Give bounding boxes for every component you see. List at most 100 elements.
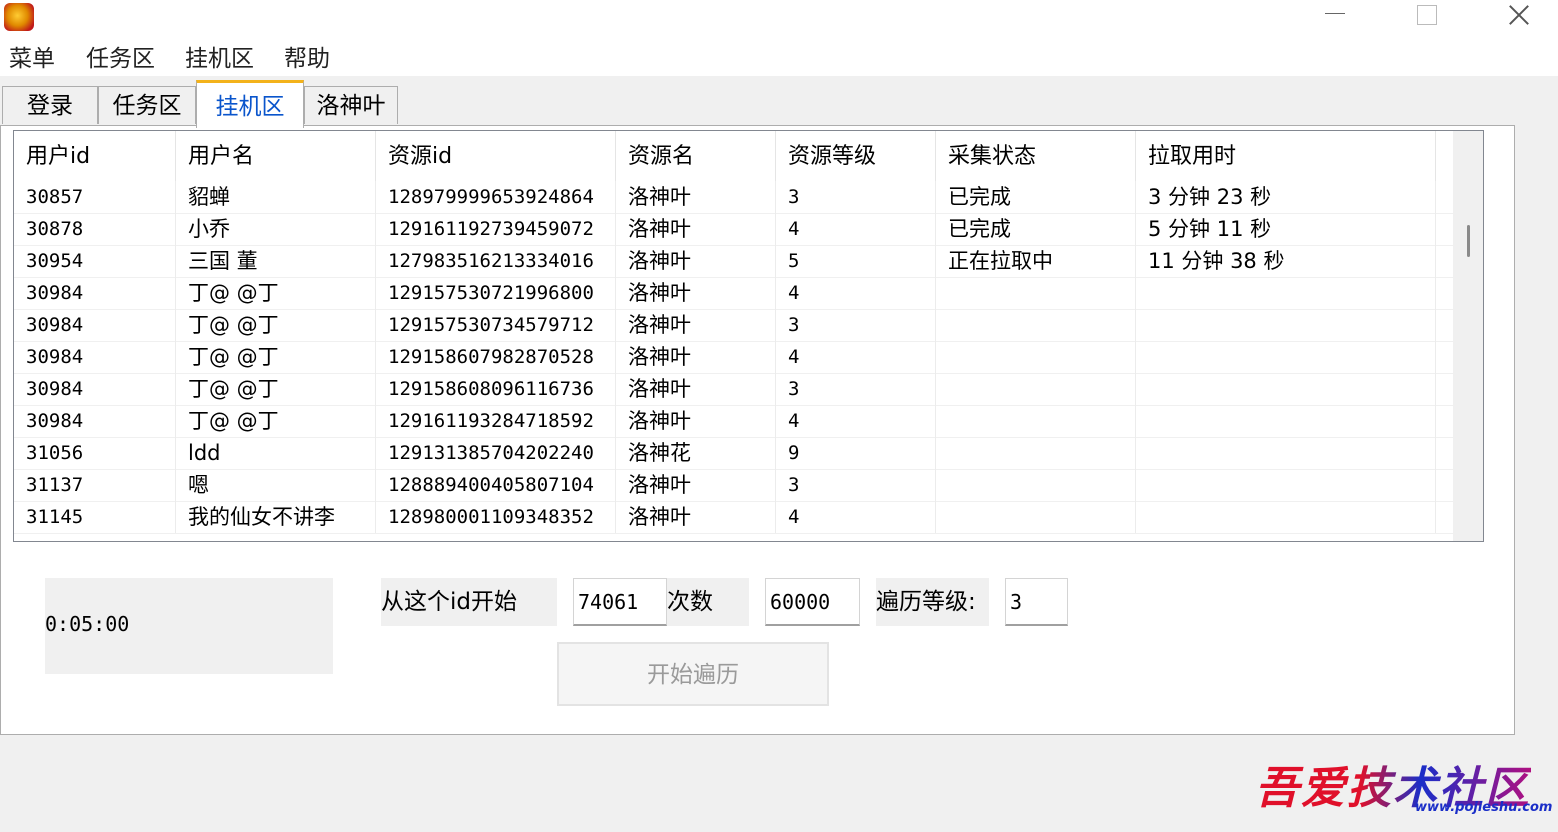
close-icon[interactable]	[1496, 0, 1542, 34]
cell-resource-name: 洛神叶	[616, 245, 776, 277]
cell-pull-time: 11 分钟 38 秒	[1136, 245, 1436, 277]
tab-login[interactable]: 登录	[2, 86, 98, 124]
column-header-username[interactable]: 用户名	[176, 131, 376, 181]
cell-username: 丁@ @丁	[176, 341, 376, 373]
cell-collect-status: 已完成	[936, 213, 1136, 245]
cell-collect-status: 已完成	[936, 181, 1136, 213]
maximize-icon[interactable]	[1403, 0, 1449, 34]
column-header-resource-level[interactable]: 资源等级	[776, 131, 936, 181]
cell-resource-level: 5	[776, 245, 936, 277]
cell-pull-time	[1136, 373, 1436, 405]
table-row[interactable]: 30984 丁@ @丁 129158607982870528 洛神叶 4	[14, 341, 1454, 374]
cell-resource-name: 洛神叶	[616, 341, 776, 373]
cell-resource-id: 128980001109348352	[376, 501, 616, 533]
start-traverse-button[interactable]: 开始遍历	[557, 642, 829, 706]
table-header: 用户id 用户名 资源id 资源名 资源等级 采集状态 拉取用时	[14, 131, 1454, 181]
table-row[interactable]: 30984 丁@ @丁 129161193284718592 洛神叶 4	[14, 405, 1454, 438]
cell-pull-time	[1136, 469, 1436, 501]
cell-user-id: 30984	[14, 309, 176, 341]
cell-resource-level: 4	[776, 341, 936, 373]
menu-item-help[interactable]: 帮助	[284, 44, 330, 74]
cell-resource-name: 洛神花	[616, 437, 776, 469]
tab-task-area[interactable]: 任务区	[98, 86, 196, 124]
cell-resource-level: 3	[776, 309, 936, 341]
watermark-url: www.pojieshu.com	[1415, 800, 1553, 815]
column-header-resource-name[interactable]: 资源名	[616, 131, 776, 181]
column-header-user-id[interactable]: 用户id	[14, 131, 176, 181]
cell-resource-name: 洛神叶	[616, 373, 776, 405]
level-input[interactable]	[1005, 578, 1068, 626]
table-row[interactable]: 30954 三国 董 127983516213334016 洛神叶 5 正在拉取中 11 …	[14, 245, 1454, 278]
cell-username: 丁@ @丁	[176, 405, 376, 437]
cell-resource-id: 129157530721996800	[376, 277, 616, 309]
cell-collect-status	[936, 373, 1136, 405]
resource-table[interactable]: 用户id 用户名 资源id 资源名 资源等级 采集状态 拉取用时 30857 貂蝉…	[13, 130, 1484, 542]
level-label: 遍历等级:	[876, 578, 989, 626]
cell-user-id: 31137	[14, 469, 176, 501]
column-header-collect-status[interactable]: 采集状态	[936, 131, 1136, 181]
tab-strip: 登录 任务区 挂机区 洛神叶	[0, 80, 1558, 128]
tab-panel-idle-area: 用户id 用户名 资源id 资源名 资源等级 采集状态 拉取用时 30857 貂蝉…	[0, 125, 1515, 735]
cell-pull-time	[1136, 405, 1436, 437]
start-id-input[interactable]	[573, 578, 667, 626]
tab-idle-area[interactable]: 挂机区	[196, 80, 304, 128]
column-header-resource-id[interactable]: 资源id	[376, 131, 616, 181]
cell-resource-level: 4	[776, 213, 936, 245]
count-label: 次数	[667, 578, 749, 626]
cell-user-id: 31145	[14, 501, 176, 533]
timer-panel: 0:05:00	[45, 578, 333, 674]
cell-user-id: 31056	[14, 437, 176, 469]
cell-resource-name: 洛神叶	[616, 501, 776, 533]
tab-luoshenye[interactable]: 洛神叶	[304, 86, 398, 124]
title-bar	[0, 0, 1558, 40]
table-row[interactable]: 30984 丁@ @丁 129157530721996800 洛神叶 4	[14, 277, 1454, 310]
cell-resource-level: 4	[776, 405, 936, 437]
cell-pull-time	[1136, 277, 1436, 309]
vertical-scrollbar[interactable]	[1453, 131, 1483, 541]
table-row[interactable]: 30984 丁@ @丁 129157530734579712 洛神叶 3	[14, 309, 1454, 342]
cell-username: 丁@ @丁	[176, 277, 376, 309]
column-header-pull-time[interactable]: 拉取用时	[1136, 131, 1436, 181]
cell-collect-status	[936, 277, 1136, 309]
cell-username: ldd	[176, 437, 376, 469]
cell-username: 我的仙女不讲李	[176, 501, 376, 533]
cell-resource-level: 4	[776, 277, 936, 309]
table-row[interactable]: 30878 小乔 129161192739459072 洛神叶 4 已完成 5 分钟 11…	[14, 213, 1454, 246]
cell-username: 丁@ @丁	[176, 373, 376, 405]
cell-user-id: 30984	[14, 405, 176, 437]
cell-resource-id: 129157530734579712	[376, 309, 616, 341]
cell-resource-name: 洛神叶	[616, 181, 776, 213]
cell-username: 嗯	[176, 469, 376, 501]
cell-pull-time	[1136, 437, 1436, 469]
cell-collect-status	[936, 309, 1136, 341]
cell-resource-id: 128979999653924864	[376, 181, 616, 213]
count-input[interactable]	[765, 578, 860, 626]
cell-user-id: 30984	[14, 341, 176, 373]
cell-resource-id: 129158607982870528	[376, 341, 616, 373]
cell-user-id: 30857	[14, 181, 176, 213]
table-row[interactable]: 30984 丁@ @丁 129158608096116736 洛神叶 3	[14, 373, 1454, 406]
cell-resource-level: 3	[776, 373, 936, 405]
table-row[interactable]: 31056 ldd 129131385704202240 洛神花 9	[14, 437, 1454, 470]
menu-item-task-area[interactable]: 任务区	[86, 44, 155, 74]
minimize-icon[interactable]	[1306, 0, 1352, 34]
table-row[interactable]: 30857 貂蝉 128979999653924864 洛神叶 3 已完成 3 分钟 23…	[14, 181, 1454, 214]
cell-resource-id: 128889400405807104	[376, 469, 616, 501]
cell-collect-status	[936, 501, 1136, 533]
cell-pull-time	[1136, 341, 1436, 373]
cell-resource-id: 129131385704202240	[376, 437, 616, 469]
cell-collect-status	[936, 405, 1136, 437]
cell-resource-name: 洛神叶	[616, 405, 776, 437]
cell-resource-id: 129158608096116736	[376, 373, 616, 405]
scrollbar-thumb[interactable]	[1467, 225, 1470, 257]
menu-item-menu[interactable]: 菜单	[9, 44, 55, 74]
cell-resource-name: 洛神叶	[616, 213, 776, 245]
cell-resource-level: 3	[776, 181, 936, 213]
cell-collect-status	[936, 469, 1136, 501]
menu-item-idle-area[interactable]: 挂机区	[185, 44, 254, 74]
cell-resource-name: 洛神叶	[616, 309, 776, 341]
cell-collect-status	[936, 341, 1136, 373]
table-row[interactable]: 31145 我的仙女不讲李 128980001109348352 洛神叶 4	[14, 501, 1454, 534]
table-row[interactable]: 31137 嗯 128889400405807104 洛神叶 3	[14, 469, 1454, 502]
start-id-label: 从这个id开始	[381, 578, 557, 626]
